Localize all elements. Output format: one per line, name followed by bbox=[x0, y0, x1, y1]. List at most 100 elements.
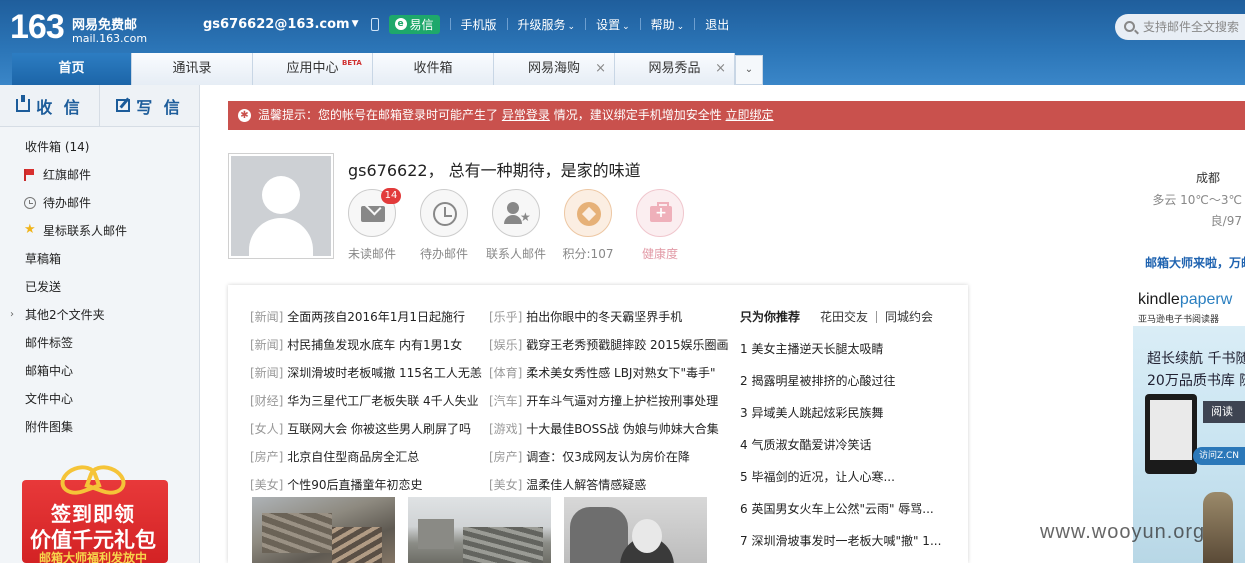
flag-icon bbox=[24, 169, 36, 181]
points-button[interactable] bbox=[564, 189, 612, 237]
news-category: [娱乐] bbox=[489, 338, 523, 352]
news-item[interactable]: [汽车] 开车斗气逼对方撞上护栏按刑事处理 bbox=[489, 389, 728, 417]
tab-home[interactable]: 首页 bbox=[12, 53, 132, 85]
dating-link[interactable]: 花田交友 bbox=[820, 305, 868, 329]
local-dating-link[interactable]: 同城约会 bbox=[885, 305, 933, 329]
folder-inbox[interactable]: 收件箱 (14) bbox=[0, 133, 199, 161]
abnormal-login-link[interactable]: 异常登录 bbox=[502, 108, 550, 122]
folder-list: 收件箱 (14) 红旗邮件 待办邮件 ★ 星标联系人邮件 草稿箱 已发送 › 其他2… bbox=[0, 127, 199, 441]
news-item[interactable]: [娱乐] 戳穿王老秀预戳腿摔跤 2015娱乐圈画传 bbox=[489, 333, 728, 361]
news-item[interactable]: [乐乎] 拍出你眼中的冬天霸坚界手机 bbox=[489, 305, 728, 333]
more-tabs-button[interactable]: ⌄ bbox=[735, 55, 763, 85]
todo-mail-button[interactable] bbox=[420, 189, 468, 237]
promo-title: 签到即领 bbox=[51, 502, 135, 526]
promo-caption: 邮箱大师福利发放中 bbox=[38, 551, 147, 563]
recommend-item[interactable]: 4 气质淑女酷爱讲冷笑话 bbox=[740, 433, 960, 465]
contact-mail-button[interactable]: ★ bbox=[492, 189, 540, 237]
receive-button[interactable]: 收 信 bbox=[0, 85, 100, 126]
folder-others[interactable]: › 其他2个文件夹 bbox=[0, 301, 199, 329]
folder-files[interactable]: 文件中心 bbox=[0, 385, 199, 413]
news-title: 深圳滑坡时老板喊撤 115名工人无恙 bbox=[287, 366, 482, 380]
folder-attachments[interactable]: 附件图集 bbox=[0, 413, 199, 441]
divider bbox=[585, 18, 587, 30]
folder-sent[interactable]: 已发送 bbox=[0, 273, 199, 301]
tab-inbox[interactable]: 收件箱 bbox=[373, 53, 494, 85]
recommend-item[interactable]: 5 毕福剑的近况，让人心寒... bbox=[740, 465, 960, 497]
star-icon: ★ bbox=[24, 222, 36, 237]
recommend-list: 1 美女主播逆天长腿太吸睛 2 揭露明星被排挤的心酸过往 3 异域美人跳起炫彩民… bbox=[740, 337, 960, 561]
folder-tags[interactable]: 邮件标签 bbox=[0, 329, 199, 357]
stat-todo[interactable]: 待办邮件 bbox=[408, 189, 480, 262]
news-item[interactable]: [新闻] 深圳滑坡时老板喊撤 115名工人无恙 bbox=[250, 361, 489, 389]
news-thumbnail[interactable] bbox=[564, 497, 707, 563]
news-thumbnail[interactable] bbox=[252, 497, 395, 563]
ad-subtitle: 亚马逊电子书阅读器 bbox=[1138, 315, 1220, 325]
news-row: [财经] 华为三星代工厂老板失联 4千人失业 [汽车] 开车斗气逼对方撞上护栏按… bbox=[250, 389, 728, 417]
recommend-item[interactable]: 2 揭露明星被排挤的心酸过往 bbox=[740, 369, 960, 401]
avatar[interactable] bbox=[228, 153, 334, 259]
tab-app-center[interactable]: 应用中心 BETA bbox=[253, 53, 373, 85]
folder-drafts[interactable]: 草稿箱 bbox=[0, 245, 199, 273]
stat-health[interactable]: 健康度 bbox=[624, 189, 696, 262]
weather-widget[interactable]: 成都 多云 10℃～3℃ 良/97 bbox=[1130, 166, 1245, 232]
news-category: [新闻] bbox=[250, 338, 284, 352]
folder-flagged[interactable]: 红旗邮件 bbox=[0, 161, 199, 189]
unread-mail-button[interactable]: 14 bbox=[348, 188, 401, 237]
news-title: 全面两孩自2016年1月1日起施行 bbox=[287, 310, 466, 324]
tab-haigou[interactable]: 网易海购 × bbox=[494, 53, 615, 85]
news-item[interactable]: [体育] 柔术美女秀性感 LBJ对熟女下"毒手" bbox=[489, 361, 728, 389]
close-icon[interactable]: × bbox=[595, 53, 606, 85]
mail-master-link[interactable]: 邮箱大师来啦，万邮 bbox=[1145, 254, 1245, 271]
upgrade-menu[interactable]: 升级服务 ⌄ bbox=[518, 16, 576, 33]
folder-label: 邮件标签 bbox=[25, 336, 74, 350]
notice-text: 温馨提示：您的帐号在邮箱登录时可能产生了 bbox=[258, 108, 499, 122]
phone-icon[interactable] bbox=[370, 17, 379, 31]
clock-icon bbox=[24, 197, 36, 209]
recommend-item[interactable]: 7 深圳滑坡事发时一老板大喊"撤" 1... bbox=[740, 529, 960, 561]
folder-todo[interactable]: 待办邮件 bbox=[0, 189, 199, 217]
news-title: 互联网大会 你被这些男人刷屏了吗 bbox=[287, 422, 472, 436]
tab-contacts[interactable]: 通讯录 bbox=[132, 53, 253, 85]
health-button[interactable] bbox=[636, 189, 684, 237]
close-icon[interactable]: × bbox=[715, 53, 726, 85]
news-item[interactable]: [女人] 互联网大会 你被这些男人刷屏了吗 bbox=[250, 417, 489, 445]
mobile-link[interactable]: 手机版 bbox=[461, 16, 497, 33]
news-item[interactable]: [新闻] 村民捕鱼发现水底车 内有1男1女 bbox=[250, 333, 489, 361]
stat-label: 未读邮件 bbox=[347, 247, 396, 261]
recommend-item[interactable]: 3 异域美人跳起炫彩民族舞 bbox=[740, 401, 960, 433]
yixin-button[interactable]: e 易信 bbox=[388, 14, 440, 34]
chevron-right-icon[interactable]: › bbox=[10, 301, 14, 329]
news-title: 拍出你眼中的冬天霸坚界手机 bbox=[526, 310, 683, 324]
search-icon[interactable] bbox=[1124, 21, 1135, 32]
chevron-down-icon[interactable]: ▼ bbox=[352, 19, 359, 29]
folder-center[interactable]: 邮箱中心 bbox=[0, 357, 199, 385]
greeting: gs676622， 总有一种期待，是家的味道 bbox=[348, 161, 641, 180]
search-input[interactable]: 支持邮件全文搜索 bbox=[1115, 14, 1245, 40]
news-category: [体育] bbox=[489, 366, 523, 380]
settings-menu[interactable]: 设置 ⌄ bbox=[596, 16, 630, 33]
logout-link[interactable]: 退出 bbox=[705, 16, 729, 33]
write-button[interactable]: 写 信 bbox=[100, 85, 199, 126]
bind-phone-link[interactable]: 立即绑定 bbox=[726, 108, 774, 122]
news-item[interactable]: [财经] 华为三星代工厂老板失联 4千人失业 bbox=[250, 389, 489, 417]
ad-visit-button[interactable]: 访问Z.CN bbox=[1193, 447, 1245, 465]
news-item[interactable]: [房产] 调查：仅3成网友认为房价在降 bbox=[489, 445, 728, 473]
recommend-item[interactable]: 1 美女主播逆天长腿太吸睛 bbox=[740, 337, 960, 369]
divider bbox=[639, 18, 641, 30]
sign-in-promo[interactable]: 签到即领 价值千元礼包 邮箱大师福利发放中 bbox=[18, 470, 168, 563]
news-thumbnail[interactable] bbox=[408, 497, 551, 563]
help-menu[interactable]: 帮助 ⌄ bbox=[651, 16, 685, 33]
stat-label: 联系人邮件 bbox=[485, 247, 546, 261]
stat-unread[interactable]: 14 未读邮件 bbox=[336, 188, 408, 262]
news-item[interactable]: [房产] 北京自住型商品房全汇总 bbox=[250, 445, 489, 473]
tab-xiupin[interactable]: 网易秀品 × bbox=[615, 53, 735, 85]
recommend-item[interactable]: 6 英国男女火车上公然"云雨" 辱骂... bbox=[740, 497, 960, 529]
stat-contacts[interactable]: ★ 联系人邮件 bbox=[480, 189, 552, 262]
tab-label: 网易秀品 bbox=[648, 61, 701, 76]
news-item[interactable]: [游戏] 十大最佳BOSS战 伪娘与帅妹大合集 bbox=[489, 417, 728, 445]
account-name[interactable]: gs676622@163.com bbox=[203, 17, 350, 32]
ad-read-label: 阅读 bbox=[1203, 401, 1245, 423]
stat-points[interactable]: 积分:107 bbox=[552, 189, 624, 262]
news-item[interactable]: [新闻] 全面两孩自2016年1月1日起施行 bbox=[250, 305, 489, 333]
folder-starred[interactable]: ★ 星标联系人邮件 bbox=[0, 217, 199, 245]
